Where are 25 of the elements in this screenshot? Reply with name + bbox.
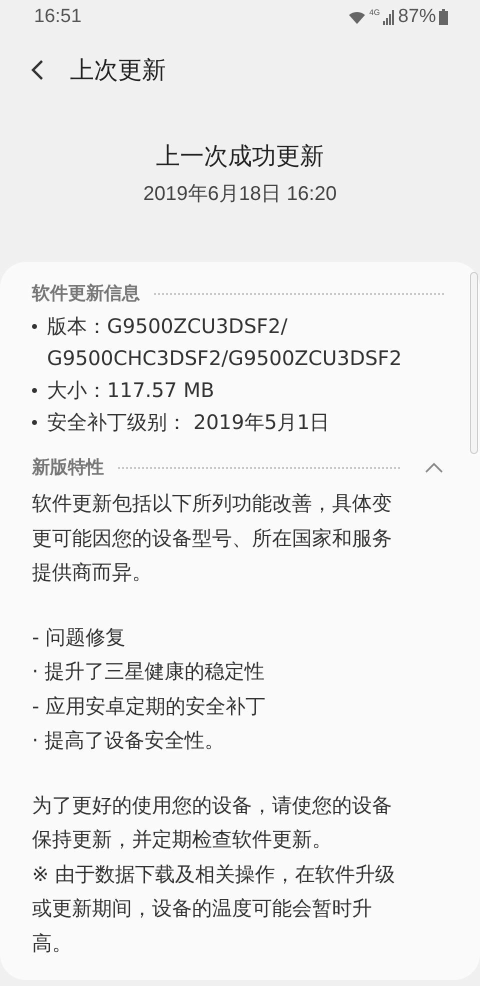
info-text: 版本：G9500ZCU3DSF2/ G9500CHC3DSF2/G9500ZCU3DSF2 (47, 313, 402, 372)
summary-title: 上一次成功更新 (156, 141, 324, 172)
update-date: 2019年6月18日 16:20 (143, 182, 337, 207)
section-title: 软件更新信息 (32, 282, 140, 305)
bullet-icon (32, 324, 37, 329)
bullet-icon (32, 388, 37, 393)
info-text: 安全补丁级别： 2019年5月1日 (47, 409, 330, 436)
feature-text: - 问题修复 (32, 624, 127, 650)
battery-icon (439, 9, 448, 25)
network-type: 4G (369, 8, 380, 17)
feature-text: · 提高了设备安全性。 (32, 727, 226, 754)
section-title: 新版特性 (32, 456, 104, 479)
feature-text: 为了更好的使用您的设备，请使您的设备 保持更新，并定期检查软件更新。 (32, 792, 393, 853)
info-text: 大小：117.57 MB (47, 377, 214, 404)
back-icon (30, 59, 44, 81)
feature-text: · 提升了三星健康的稳定性 (32, 658, 266, 685)
feature-text: ※ 由于数据下载及相关操作，在软件升级 或更新期间，设备的温度可能会暂时升 高。 (32, 860, 396, 956)
page-title: 上次更新 (70, 55, 166, 86)
bullet-icon (32, 420, 37, 425)
signal-icon (382, 10, 395, 24)
feature-text: - 应用安卓定期的安全补丁 (32, 692, 267, 720)
wifi-icon (348, 10, 366, 24)
status-time: 16:51 (34, 6, 82, 28)
feature-text: 软件更新包括以下所列功能改善，具体变 更可能因您的设备型号、所在国家和服务 提供商而异。 (32, 490, 393, 586)
battery-percent: 87% (398, 6, 436, 28)
